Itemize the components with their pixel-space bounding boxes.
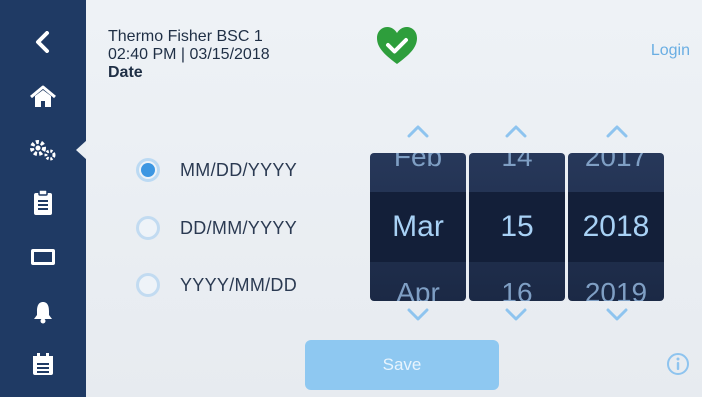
month-current: Mar: [392, 210, 444, 243]
month-picker[interactable]: Feb Mar Apr: [370, 153, 466, 301]
year-next: 2019: [584, 277, 648, 301]
date-settings-screen: Thermo Fisher BSC 1 02:40 PM | 03/15/201…: [0, 0, 702, 397]
display-icon: [31, 249, 55, 265]
year-down-chevron-icon[interactable]: [605, 308, 629, 322]
day-down-chevron-icon[interactable]: [504, 308, 528, 322]
day-next: 16: [501, 277, 533, 301]
heart-check-icon: [377, 27, 417, 64]
month-down-chevron-icon[interactable]: [406, 308, 430, 322]
home-icon: [30, 85, 56, 107]
current-datetime: 02:40 PM | 03/15/2018: [108, 46, 270, 63]
back-button[interactable]: [0, 22, 86, 62]
month-up-chevron-icon[interactable]: [406, 124, 430, 138]
format-option-yyyymmdd[interactable]: YYYY/MM/DD: [136, 270, 297, 300]
device-name: Thermo Fisher BSC 1: [108, 28, 263, 45]
radio-selected[interactable]: [136, 158, 160, 182]
sidebar-item-alarms[interactable]: [0, 292, 86, 332]
format-label: YYYY/MM/DD: [180, 274, 298, 295]
radio-unselected[interactable]: [136, 216, 160, 240]
sidebar: [0, 0, 87, 397]
info-icon[interactable]: [666, 352, 690, 376]
day-picker[interactable]: 14 15 16: [469, 153, 565, 301]
month-prev: Feb: [393, 153, 443, 172]
format-option-mmddyyyy[interactable]: MM/DD/YYYY: [136, 155, 297, 185]
sidebar-item-display[interactable]: [0, 237, 86, 277]
clipboard-icon: [34, 190, 52, 215]
radio-unselected[interactable]: [136, 273, 160, 297]
page-title: Date: [108, 64, 143, 81]
format-label: DD/MM/YYYY: [180, 217, 298, 238]
status-indicator: [375, 26, 419, 71]
main-panel: Thermo Fisher BSC 1 02:40 PM | 03/15/201…: [86, 0, 702, 397]
sidebar-item-settings[interactable]: [0, 130, 86, 170]
back-icon: [36, 31, 49, 53]
settings-icon: [30, 140, 56, 161]
sidebar-item-home[interactable]: [0, 77, 86, 117]
year-picker[interactable]: 2017 2018 2019: [568, 153, 664, 301]
sidebar-item-clipboard[interactable]: [0, 183, 86, 223]
save-button[interactable]: Save: [305, 340, 499, 390]
sidebar-item-calendar[interactable]: [0, 345, 86, 385]
day-up-chevron-icon[interactable]: [504, 124, 528, 138]
day-current: 15: [500, 210, 534, 243]
format-option-ddmmyyyy[interactable]: DD/MM/YYYY: [136, 213, 297, 243]
day-prev: 14: [501, 153, 533, 172]
year-current: 2018: [582, 210, 650, 243]
login-link[interactable]: Login: [651, 42, 690, 60]
month-next: Apr: [396, 277, 440, 301]
bell-icon: [34, 302, 52, 324]
year-prev: 2017: [584, 153, 648, 172]
format-label: MM/DD/YYYY: [180, 159, 298, 180]
calendar-icon: [33, 353, 53, 375]
year-up-chevron-icon[interactable]: [605, 124, 629, 138]
